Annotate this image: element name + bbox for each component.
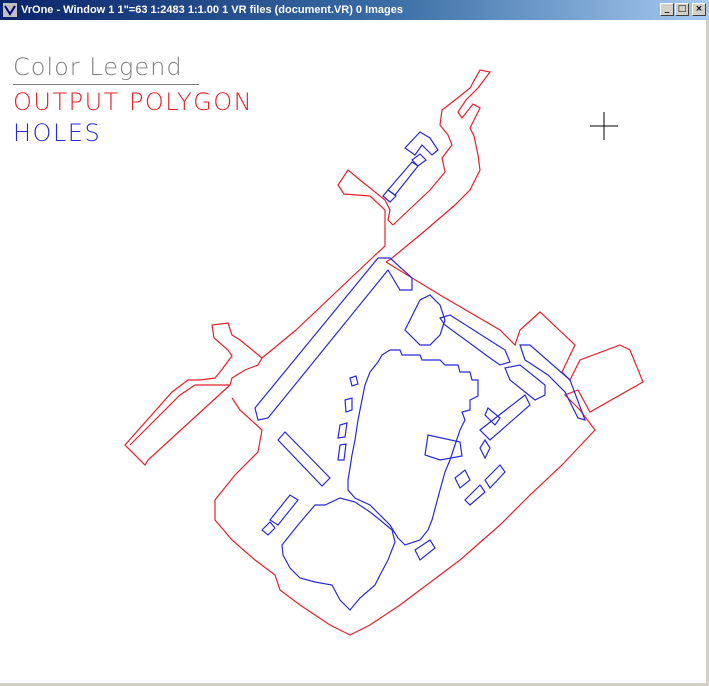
hole [337, 443, 347, 461]
output-polygon-group [124, 69, 644, 636]
hole [404, 294, 446, 346]
output-polygon [124, 69, 644, 636]
lower-building [281, 497, 396, 611]
hole [349, 375, 359, 387]
drawing-canvas[interactable]: Color Legend OUTPUT POLYGON HOLES [0, 20, 709, 686]
main-building [347, 349, 479, 546]
minimize-button[interactable]: _ [660, 3, 674, 16]
app-window: VrOne - Window 1 1"=63 1:2483 1:1.00 1 V… [0, 0, 709, 686]
window-controls: _ □ × [660, 3, 706, 16]
building-annex [424, 434, 463, 461]
hole [484, 464, 506, 489]
hole [404, 131, 439, 156]
hole [344, 397, 353, 413]
hole [269, 494, 299, 526]
hole [277, 431, 331, 487]
hole [479, 438, 491, 460]
polygon-drawing [124, 69, 644, 636]
hole [337, 422, 348, 439]
hole [439, 314, 511, 366]
window-title: VrOne - Window 1 1"=63 1:2483 1:1.00 1 V… [21, 4, 404, 16]
hole [414, 539, 436, 561]
hole [464, 484, 486, 506]
hole [261, 521, 276, 536]
hole [454, 469, 471, 489]
maximize-button[interactable]: □ [675, 3, 689, 16]
hole [254, 257, 413, 421]
hole [387, 161, 419, 196]
hole [411, 153, 427, 167]
close-button[interactable]: × [692, 3, 706, 16]
hole [519, 344, 586, 421]
title-bar[interactable]: VrOne - Window 1 1"=63 1:2483 1:1.00 1 V… [0, 0, 709, 20]
holes-group [254, 131, 586, 611]
vrone-app-icon [3, 3, 17, 17]
